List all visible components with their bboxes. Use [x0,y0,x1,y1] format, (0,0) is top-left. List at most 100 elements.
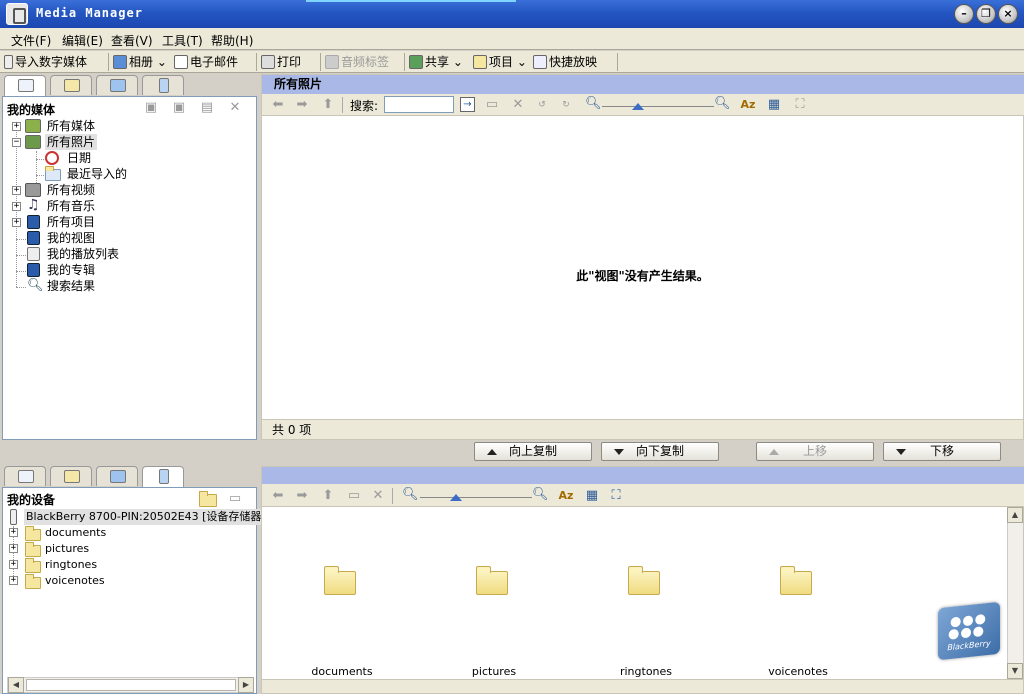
tree-search-results[interactable]: 搜索结果 [47,278,95,294]
audio-tag-button[interactable]: 音频标签 [325,53,389,71]
tab-computer[interactable] [96,75,138,95]
tab-folders[interactable] [50,75,92,95]
tree-recent-import[interactable]: 最近导入的 [67,166,127,182]
device-display-icon[interactable]: ▭ [346,488,362,504]
menu-tools[interactable]: 工具(T) [162,32,203,49]
fullscreen-icon[interactable]: ⛶ [792,97,808,113]
tree-all-videos[interactable]: 所有视频 [47,182,95,198]
slideshow-button[interactable]: 快捷放映 [533,53,597,71]
expand-documents[interactable]: + [9,528,18,537]
grid-view-icon[interactable]: ▦ [766,97,782,113]
tab-device-folders[interactable] [50,466,92,486]
scroll-down-button[interactable]: ▼ [1007,663,1023,679]
move-down-button[interactable]: 下移 [883,442,1001,461]
import-media-button[interactable]: 导入数字媒体 [4,53,87,71]
expand-pictures[interactable]: + [9,544,18,553]
device-zoom-slider[interactable] [420,497,532,498]
tree-all-projects[interactable]: 所有项目 [47,214,95,230]
search-input[interactable] [384,96,454,113]
folder-ringtones-icon[interactable] [628,566,660,595]
device-delete-icon[interactable]: ✕ [370,488,386,504]
folder-documents-icon[interactable] [324,566,356,595]
expand-voicenotes[interactable]: + [9,576,18,585]
folder-voicenotes-icon[interactable] [780,566,812,595]
copy-up-button[interactable]: 向上复制 [474,442,592,461]
minimize-button[interactable]: – [954,4,974,24]
tree-action-3-icon[interactable]: ▤ [199,100,215,116]
zoom-slider-thumb[interactable] [632,103,644,110]
close-button[interactable]: × [998,4,1018,24]
device-details-icon[interactable]: ⛶ [608,488,624,504]
remove-folder-icon[interactable]: ▭ [227,491,243,507]
device-sort-icon[interactable]: Az [558,488,574,504]
tab-device-handheld[interactable] [142,466,184,488]
device-zoom-out-icon[interactable]: 🔍︎ [402,487,419,503]
tree-action-4-icon[interactable]: ✕ [227,100,243,116]
tree-all-media[interactable]: 所有媒体 [47,118,95,134]
menu-view[interactable]: 查看(V) [111,32,153,49]
device-zoom-in-icon[interactable]: 🔍︎ [532,487,549,503]
tab-device-list[interactable] [4,466,46,486]
scroll-right-button[interactable]: ▶ [238,677,254,693]
expand-all-projects[interactable]: + [12,218,21,227]
menu-help[interactable]: 帮助(H) [211,32,253,49]
folder-ringtones-label[interactable]: ringtones [596,665,696,678]
rotate-right-icon[interactable]: ↻ [558,97,574,113]
zoom-slider[interactable] [602,106,714,107]
expand-ringtones[interactable]: + [9,560,18,569]
email-button[interactable]: 电子邮件 [174,53,238,71]
move-up-button[interactable]: 上移 [756,442,874,461]
share-button[interactable]: 共享 ⌄ [409,53,463,71]
device-vscrollbar[interactable]: ▲ ▼ [1007,507,1023,679]
tree-action-2-icon[interactable]: ▣ [171,100,187,116]
rotate-left-icon[interactable]: ↺ [534,97,550,113]
expand-all-photos[interactable]: − [12,138,21,147]
tree-my-playlists[interactable]: 我的播放列表 [47,246,119,262]
device-folder-pictures[interactable]: pictures [45,541,89,557]
menu-file[interactable]: 文件(F) [11,32,51,49]
device-back-icon[interactable]: ⬅ [270,488,286,504]
forward-arrow-icon[interactable]: ➡ [294,97,310,113]
device-tree-hscrollbar[interactable]: ◀ ▶ [7,677,254,693]
scroll-thumb[interactable] [26,679,236,691]
device-node[interactable]: BlackBerry 8700-PIN:20502E43 [设备存储器] [24,509,268,525]
up-folder-icon[interactable]: ⬆ [320,97,336,113]
device-forward-icon[interactable]: ➡ [294,488,310,504]
device-up-icon[interactable]: ⬆ [320,488,336,504]
device-folder-documents[interactable]: documents [45,525,106,541]
delete-icon[interactable]: ✕ [510,97,526,113]
album-button[interactable]: 相册 ⌄ [113,53,167,71]
tab-device-computer[interactable] [96,466,138,486]
new-folder-icon[interactable] [199,491,217,507]
folder-pictures-icon[interactable] [476,566,508,595]
display-icon[interactable]: ▭ [484,97,500,113]
folder-documents-label[interactable]: documents [292,665,392,678]
folder-voicenotes-label[interactable]: voicenotes [748,665,848,678]
tree-all-music[interactable]: 所有音乐 [47,198,95,214]
scroll-left-button[interactable]: ◀ [8,677,24,693]
tree-action-1-icon[interactable]: ▣ [143,100,159,116]
tab-media-list[interactable] [4,75,46,97]
expand-all-media[interactable]: + [12,122,21,131]
expand-all-music[interactable]: + [12,202,21,211]
tree-date[interactable]: 日期 [67,150,91,166]
print-button[interactable]: 打印 [261,53,301,71]
project-button[interactable]: 项目 ⌄ [473,53,527,71]
restore-button[interactable]: ❐ [976,4,996,24]
expand-all-videos[interactable]: + [12,186,21,195]
tree-all-photos[interactable]: 所有照片 [45,134,98,150]
scroll-up-button[interactable]: ▲ [1007,507,1023,523]
sort-alpha-icon[interactable]: Az [740,97,756,113]
search-go-button[interactable]: → [460,97,475,112]
zoom-out-icon[interactable]: 🔍︎ [585,96,602,112]
tab-device[interactable] [142,75,184,95]
tree-my-views[interactable]: 我的视图 [47,230,95,246]
device-zoom-slider-thumb[interactable] [450,494,462,501]
zoom-in-icon[interactable]: 🔍︎ [714,96,731,112]
tree-my-albums[interactable]: 我的专辑 [47,262,95,278]
folder-pictures-label[interactable]: pictures [444,665,544,678]
device-folder-ringtones[interactable]: ringtones [45,557,97,573]
back-arrow-icon[interactable]: ⬅ [270,97,286,113]
device-folder-voicenotes[interactable]: voicenotes [45,573,105,589]
device-grid-view-icon[interactable]: ▦ [584,488,600,504]
